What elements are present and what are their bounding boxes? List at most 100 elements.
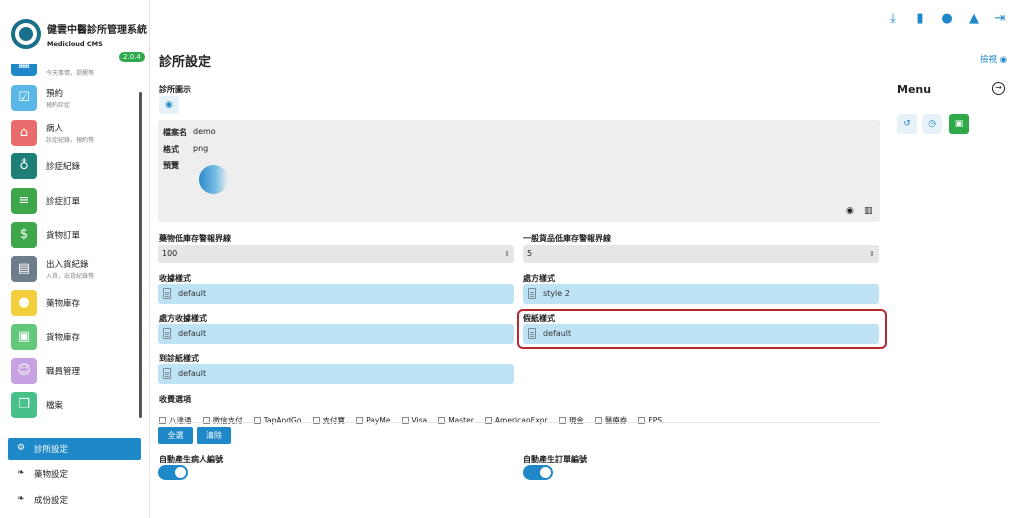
clock-button[interactable]: ◷: [922, 114, 942, 134]
payment-option[interactable]: 現金: [558, 415, 584, 426]
stepper-icon[interactable]: ⇕: [869, 245, 875, 263]
drug-threshold-label: 藥物低庫存警報界線: [159, 234, 231, 243]
payment-option[interactable]: 微信支付: [202, 415, 243, 426]
save-icon: ▣: [954, 119, 964, 129]
payment-option[interactable]: 醫療券: [594, 415, 627, 426]
sidebar-item-sub: 預約診症: [46, 102, 71, 109]
prescription-style-select[interactable]: style 2: [523, 284, 879, 304]
attendance-style-select[interactable]: default: [158, 364, 514, 384]
divider: [158, 422, 880, 423]
bell-icon[interactable]: ▲: [966, 11, 982, 27]
document-icon: [163, 328, 171, 339]
payment-options: 八達通 微信支付 TapAndGo 支付寶 PayMe Visa Master …: [159, 408, 668, 425]
sidebar-item-today[interactable]: ▦ 今天事情，提醒等: [11, 64, 136, 78]
general-threshold-value: 5: [527, 249, 533, 258]
payment-option-label: 現金: [568, 416, 584, 425]
document-icon: [163, 368, 171, 379]
payment-option[interactable]: FPS: [638, 416, 662, 425]
sidebar-item-sub: 今天事情，提醒等: [46, 70, 95, 77]
file-format-key: 格式: [163, 145, 179, 154]
sidebar-item-drug-stock[interactable]: ● 藥物庫存: [11, 290, 136, 318]
sidebar-item-consult-records[interactable]: ♁ 診症紀錄: [11, 153, 136, 181]
payment-option[interactable]: TapAndGo: [253, 416, 301, 425]
payment-option[interactable]: Master: [438, 416, 474, 425]
sidebar-item-sub: 診症紀錄，預約等: [46, 137, 95, 144]
sidebar-nav: ▦ 今天事情，提醒等 ☑ 預約 預約診症 ⌂ 病人 診症紀錄，預約等 ♁ 診症紀…: [0, 64, 140, 420]
staff-icon: ☺: [11, 358, 37, 384]
clear-button[interactable]: 清除: [197, 427, 231, 444]
sidebar-item-files[interactable]: ❐ 檔案: [11, 392, 136, 420]
payment-option-label: FPS: [648, 416, 663, 425]
sidebar-item-stock-records[interactable]: ▤ 出入貨紀錄 入貨，出貨紀錄等: [11, 256, 136, 284]
sidebar-item-patient[interactable]: ⌂ 病人 診症紀錄，預約等: [11, 120, 136, 148]
logout-icon[interactable]: ⇥: [992, 11, 1008, 27]
attendance-style-value: default: [178, 369, 207, 378]
history-button[interactable]: ↺: [897, 114, 917, 134]
drug-threshold-input[interactable]: 100 ⇕: [158, 245, 514, 263]
warehouse-icon: ▤: [11, 256, 37, 282]
payment-option[interactable]: 八達通: [159, 415, 192, 426]
attendance-style-label: 到診紙樣式: [159, 354, 199, 363]
user-icon[interactable]: ●: [939, 11, 955, 27]
sidebar-item-appointment[interactable]: ☑ 預約 預約診症: [11, 85, 136, 113]
brand: 健雲中醫診所管理系統 Medicloud CMS 2.0.4: [0, 0, 150, 64]
arrow-right-icon[interactable]: →: [992, 82, 1005, 95]
sidebar-item-label: 診症訂單: [46, 197, 81, 207]
sidebar-item-consult-orders[interactable]: ≡ 診症訂單: [11, 188, 136, 216]
app-title: 健雲中醫診所管理系統: [47, 25, 147, 36]
payment-option-label: PayMe: [366, 416, 391, 425]
payment-options-label: 收費選項: [159, 395, 191, 404]
view-link[interactable]: 檢視 ◉: [980, 53, 1007, 65]
stepper-icon[interactable]: ⇕: [504, 245, 510, 263]
payment-option[interactable]: AmericanExpr: [484, 416, 548, 425]
app-subtitle: Medicloud CMS: [47, 40, 103, 48]
menu-title: Menu: [897, 83, 932, 96]
sidebar-item-label: 藥物庫存: [46, 299, 81, 309]
receipt-style-select[interactable]: default: [158, 284, 514, 304]
sidebar-item-staff[interactable]: ☺ 職員管理: [11, 358, 136, 386]
sidebar: 健雲中醫診所管理系統 Medicloud CMS 2.0.4 ▦ 今天事情，提醒…: [0, 0, 150, 518]
app-root: 健雲中醫診所管理系統 Medicloud CMS 2.0.4 ▦ 今天事情，提醒…: [0, 0, 1024, 518]
sidebar-item-ingredient-settings[interactable]: ❧ 成份設定: [8, 489, 141, 511]
eye-icon: ◉: [999, 55, 1008, 65]
sidebar-item-clinic-settings[interactable]: ⚙ 診所設定: [8, 438, 141, 460]
stethoscope-icon: ♁: [11, 153, 37, 179]
prescription-receipt-style-select[interactable]: default: [158, 324, 514, 344]
general-threshold-input[interactable]: 5 ⇕: [523, 245, 879, 263]
payment-option[interactable]: 支付寶: [312, 415, 345, 426]
sidebar-item-label: 預約: [46, 89, 64, 99]
topbar: ⤓ ▮ ● ▲ ⇥: [150, 0, 1024, 40]
file-preview-key: 預覽: [163, 161, 179, 170]
document-icon: ≡: [11, 188, 37, 214]
history-icon: ↺: [903, 119, 911, 129]
auto-patient-id-toggle[interactable]: [158, 465, 188, 480]
sidebar-item-drug-settings[interactable]: ❧ 藥物設定: [8, 463, 141, 485]
sidebar-item-label: 病人: [46, 124, 64, 134]
payment-option[interactable]: Visa: [401, 416, 427, 425]
payment-option-label: AmericanExpr: [494, 416, 548, 425]
sidebar-item-goods-orders[interactable]: $ 貨物訂單: [11, 222, 136, 250]
save-button[interactable]: ▣: [949, 114, 969, 134]
payment-option-label: 微信支付: [212, 416, 243, 425]
leave-style-select[interactable]: default: [523, 324, 879, 344]
download-icon[interactable]: ⤓: [885, 11, 901, 27]
eye-icon: ◉: [165, 100, 173, 110]
sidebar-item-label: 診所設定: [34, 445, 69, 455]
page-title: 診所設定: [159, 55, 212, 70]
auto-order-id-toggle[interactable]: [523, 465, 553, 480]
trash-icon[interactable]: ▥: [864, 206, 873, 216]
preview-toggle-button[interactable]: ◉: [159, 96, 179, 114]
receipt-style-label: 收據樣式: [159, 274, 191, 283]
gears-icon: ⚙: [17, 443, 26, 453]
payment-option[interactable]: PayMe: [356, 416, 390, 425]
eye-icon[interactable]: ◉: [846, 206, 854, 216]
select-all-button[interactable]: 全選: [158, 427, 193, 444]
sidebar-scrollbar[interactable]: [139, 92, 142, 418]
sidebar-item-label: 診症紀錄: [46, 162, 81, 172]
sidebar-item-goods-stock[interactable]: ▣ 貨物庫存: [11, 324, 136, 352]
boxes-icon: ▣: [11, 324, 37, 350]
prescription-style-value: style 2: [543, 289, 570, 298]
clipboard-icon[interactable]: ▮: [912, 11, 928, 27]
invoice-icon: $: [11, 222, 37, 248]
view-label: 檢視: [980, 55, 998, 65]
